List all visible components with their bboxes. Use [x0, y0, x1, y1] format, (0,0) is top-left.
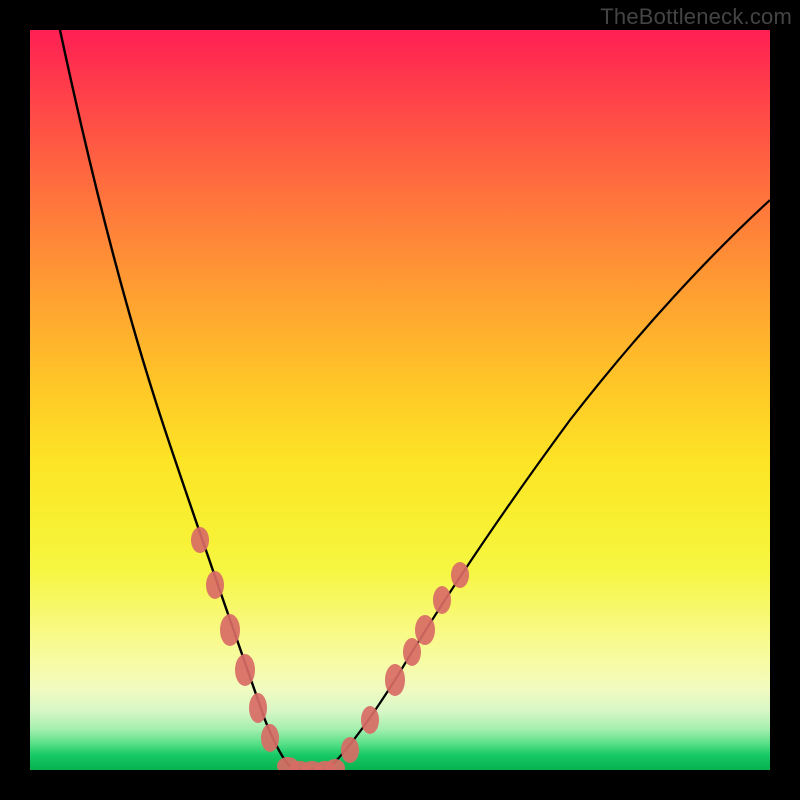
- bead-right: [451, 562, 469, 588]
- bead-left: [249, 693, 267, 723]
- watermark-text: TheBottleneck.com: [600, 4, 792, 30]
- bead-right: [415, 615, 435, 645]
- curves-svg: [30, 30, 770, 770]
- plot-area: [30, 30, 770, 770]
- bead-right: [403, 638, 421, 666]
- left-curve: [60, 30, 295, 770]
- bead-left: [261, 724, 279, 752]
- bead-right: [341, 737, 359, 763]
- bead-left: [220, 614, 240, 646]
- chart-frame: TheBottleneck.com: [0, 0, 800, 800]
- bead-left: [206, 571, 224, 599]
- bead-right: [361, 706, 379, 734]
- bead-left: [235, 654, 255, 686]
- bead-bottom: [325, 759, 345, 770]
- bead-right: [385, 664, 405, 696]
- bead-left: [191, 527, 209, 553]
- bead-right: [433, 586, 451, 614]
